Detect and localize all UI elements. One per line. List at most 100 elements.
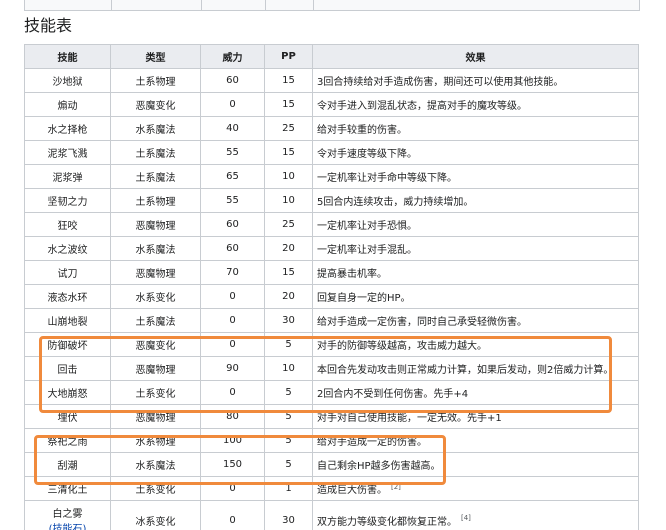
skill-name: 刮潮 <box>24 452 111 477</box>
skill-effect: 令对手速度等级下降。 <box>312 140 639 165</box>
skill-power: 0 <box>200 332 265 357</box>
skill-power: 60 <box>200 212 265 237</box>
section-heading: 技能表 <box>24 16 73 35</box>
skill-type: 水系变化 <box>110 284 201 309</box>
table-row: 三清化土 土系变化 0 1 造成巨大伤害。 [2] <box>24 476 639 501</box>
skill-type: 恶魔物理 <box>110 260 201 285</box>
effect-text: 造成巨大伤害。 <box>317 485 387 496</box>
skill-type: 恶魔变化 <box>110 92 201 117</box>
skill-power: 60 <box>200 236 265 261</box>
skill-power: 0 <box>200 92 265 117</box>
table-row: 煽动 恶魔变化 0 15 令对手进入到混乱状态，提高对手的魔攻等级。 <box>24 92 639 117</box>
skill-name: 泥浆弹 <box>24 164 111 189</box>
table-row: 防御破坏 恶魔变化 0 5 对手的防御等级越高，攻击威力越大。 <box>24 332 639 357</box>
skill-pp: 1 <box>264 476 313 501</box>
skill-pp: 15 <box>264 260 313 285</box>
skill-pp: 10 <box>264 164 313 189</box>
skill-name: 祭祀之雨 <box>24 428 111 453</box>
skill-effect: 3回合持续给对手造成伤害，期间还可以使用其他技能。 <box>312 68 639 93</box>
skill-type: 冰系变化 <box>110 500 201 530</box>
skill-name: 煽动 <box>24 92 111 117</box>
skill-effect: 令对手进入到混乱状态，提高对手的魔攻等级。 <box>312 92 639 117</box>
skill-pp: 30 <box>264 500 313 530</box>
table-row: 祭祀之雨 水系物理 100 5 给对手造成一定的伤害。 <box>24 428 639 453</box>
table-row: 水之择枪 水系魔法 40 25 给对手较重的伤害。 <box>24 116 639 141</box>
header-type[interactable]: 类型 <box>110 44 201 69</box>
table-row: 试刀 恶魔物理 70 15 提高暴击机率。 <box>24 260 639 285</box>
skill-type: 水系物理 <box>110 428 201 453</box>
skill-name: 三清化土 <box>24 476 111 501</box>
skill-pp: 10 <box>264 188 313 213</box>
skill-type: 恶魔物理 <box>110 212 201 237</box>
table-row: 液态水环 水系变化 0 20 回复自身一定的HP。 <box>24 284 639 309</box>
skill-type: 土系魔法 <box>110 308 201 333</box>
skill-pp: 10 <box>264 356 313 381</box>
table-row: 坚韧之力 土系物理 55 10 5回合内连续攻击，威力持续增加。 <box>24 188 639 213</box>
skill-effect: 一定机率让对手混乱。 <box>312 236 639 261</box>
header-name[interactable]: 技能 <box>24 44 111 69</box>
skill-effect: 一定机率让对手命中等级下降。 <box>312 164 639 189</box>
skill-pp: 20 <box>264 284 313 309</box>
skill-name: 水之择枪 <box>24 116 111 141</box>
skill-power: 150 <box>200 452 265 477</box>
effect-text: 双方能力等级变化都恢复正常。 <box>317 516 457 528</box>
table-row: 山崩地裂 土系魔法 0 30 给对手造成一定伤害，同时自己承受轻微伤害。 <box>24 308 639 333</box>
header-effect[interactable]: 效果 <box>312 44 639 69</box>
skill-effect: 提高暴击机率。 <box>312 260 639 285</box>
table-row: 刮潮 水系魔法 150 5 自己剩余HP越多伤害越高。 <box>24 452 639 477</box>
skill-pp: 25 <box>264 116 313 141</box>
table-row: 狂咬 恶魔物理 60 25 一定机率让对手恐惧。 <box>24 212 639 237</box>
skill-type: 土系变化 <box>110 476 201 501</box>
skill-effect: 双方能力等级变化都恢复正常。 [4] <box>312 500 639 530</box>
skill-name: 大地崩怒 <box>24 380 111 405</box>
reference-link[interactable]: [4] <box>461 514 471 522</box>
skill-power: 0 <box>200 500 265 530</box>
skill-type: 土系魔法 <box>110 164 201 189</box>
skill-effect: 给对手较重的伤害。 <box>312 116 639 141</box>
skill-name: 坚韧之力 <box>24 188 111 213</box>
skill-pp: 15 <box>264 92 313 117</box>
table-row: 水之波纹 水系魔法 60 20 一定机率让对手混乱。 <box>24 236 639 261</box>
skill-type: 土系变化 <box>110 380 201 405</box>
skill-stone-link[interactable]: (技能石) <box>29 520 106 530</box>
skill-pp: 5 <box>264 332 313 357</box>
skill-pp: 5 <box>264 404 313 429</box>
previous-table-edge <box>24 0 640 11</box>
skill-power: 55 <box>200 188 265 213</box>
skill-power: 100 <box>200 428 265 453</box>
skill-power: 80 <box>200 404 265 429</box>
skill-effect: 回复自身一定的HP。 <box>312 284 639 309</box>
skill-effect: 本回合先发动攻击则正常威力计算，如果后发动，则2倍威力计算。 <box>312 356 639 381</box>
skill-power: 0 <box>200 308 265 333</box>
header-pp[interactable]: PP <box>264 44 313 69</box>
skill-effect: 5回合内连续攻击，威力持续增加。 <box>312 188 639 213</box>
skill-type: 恶魔物理 <box>110 356 201 381</box>
skill-effect: 2回合内不受到任何伤害。先手+4 <box>312 380 639 405</box>
skill-effect: 给对手造成一定的伤害。 <box>312 428 639 453</box>
skill-name: 液态水环 <box>24 284 111 309</box>
skill-effect: 对手对自己使用技能，一定无效。先手+1 <box>312 404 639 429</box>
skill-name: 狂咬 <box>24 212 111 237</box>
skill-pp: 15 <box>264 140 313 165</box>
skill-name: 水之波纹 <box>24 236 111 261</box>
reference-link[interactable]: [2] <box>391 483 401 491</box>
skill-type: 土系物理 <box>110 68 201 93</box>
skill-pp: 5 <box>264 380 313 405</box>
skill-pp: 30 <box>264 308 313 333</box>
skill-name: 埋伏 <box>24 404 111 429</box>
skill-table: 技能 类型 威力 PP 效果 沙地狱 土系物理 60 15 3回合持续给对手造成… <box>24 44 639 530</box>
table-row: 白之雾 (技能石) 冰系变化 0 30 双方能力等级变化都恢复正常。 [4] <box>24 500 639 530</box>
skill-name: 试刀 <box>24 260 111 285</box>
skill-name: 防御破坏 <box>24 332 111 357</box>
skill-name: 白之雾 (技能石) <box>24 500 111 530</box>
skill-type: 土系魔法 <box>110 140 201 165</box>
header-power[interactable]: 威力 <box>200 44 265 69</box>
skill-name-text: 白之雾 <box>52 509 83 520</box>
skill-power: 60 <box>200 68 265 93</box>
skill-power: 0 <box>200 284 265 309</box>
skill-name: 沙地狱 <box>24 68 111 93</box>
skill-type: 水系魔法 <box>110 236 201 261</box>
skill-power: 40 <box>200 116 265 141</box>
skill-effect: 一定机率让对手恐惧。 <box>312 212 639 237</box>
table-row: 埋伏 恶魔物理 80 5 对手对自己使用技能，一定无效。先手+1 <box>24 404 639 429</box>
